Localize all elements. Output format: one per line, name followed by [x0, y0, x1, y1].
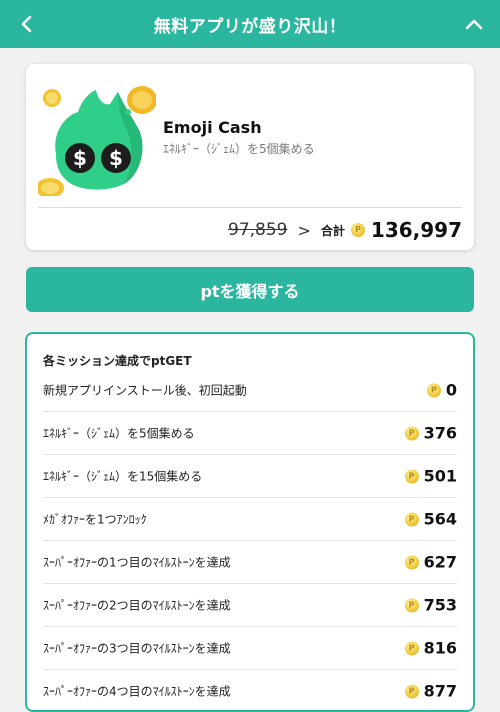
mission-label: ﾒｶﾞｵﾌｧｰを1つｱﾝﾛｯｸ: [43, 512, 147, 527]
mission-points: 877: [404, 681, 457, 701]
mission-label: 新規アプリインストール後、初回起動: [43, 383, 247, 398]
app-icon: $ $: [36, 76, 157, 198]
mission-label: ｴﾈﾙｷﾞｰ（ｼﾞｪﾑ）を5個集める: [43, 426, 195, 441]
back-button[interactable]: [12, 10, 40, 38]
coin-icon: [404, 684, 419, 698]
mission-row: ｽｰﾊﾟｰｵﾌｧｰの2つ目のﾏｲﾙｽﾄｰﾝを達成 753: [43, 584, 457, 627]
coin-icon: [426, 383, 441, 397]
mission-label: ｽｰﾊﾟｰｵﾌｧｰの3つ目のﾏｲﾙｽﾄｰﾝを達成: [43, 641, 231, 656]
svg-text:$: $: [73, 146, 87, 170]
svg-text:$: $: [109, 146, 123, 170]
missions-panel: 各ミッション達成でptGET 新規アプリインストール後、初回起動 0 ｴﾈﾙｷﾞ…: [25, 332, 475, 712]
app-card: $ $ Emoji Cash ｴﾈﾙｷﾞｰ（ｼﾞｪﾑ）を5個集める 97,859…: [26, 64, 474, 250]
mission-points: 376: [404, 423, 457, 443]
mission-row: ｽｰﾊﾟｰｵﾌｧｰの1つ目のﾏｲﾙｽﾄｰﾝを達成 627: [43, 541, 457, 584]
missions-title: 各ミッション達成でptGET: [43, 354, 192, 368]
mission-points: 501: [404, 466, 457, 486]
mission-points: 564: [404, 509, 457, 529]
mission-points: 627: [404, 552, 457, 572]
old-points: 97,859: [228, 220, 288, 240]
mission-value: 816: [423, 638, 457, 658]
total-points: 136,997: [370, 218, 462, 242]
mission-label: ｽｰﾊﾟｰｵﾌｧｰの1つ目のﾏｲﾙｽﾄｰﾝを達成: [43, 555, 231, 570]
coin-icon: [404, 512, 419, 526]
mission-row: ｴﾈﾙｷﾞｰ（ｼﾞｪﾑ）を15個集める 501: [43, 455, 457, 498]
get-points-button[interactable]: ptを獲得する: [26, 267, 474, 312]
total-label: 合計: [320, 223, 345, 238]
chevron-left-icon: [21, 15, 32, 33]
collapse-button[interactable]: [460, 10, 488, 38]
mission-value: 0: [445, 380, 457, 400]
coin-icon: [404, 555, 419, 569]
coin-icon: [404, 598, 419, 612]
mission-points: 753: [404, 595, 457, 615]
coin-icon: [404, 641, 419, 655]
mission-label: ｽｰﾊﾟｰｵﾌｧｰの4つ目のﾏｲﾙｽﾄｰﾝを達成: [43, 684, 231, 699]
mission-value: 627: [423, 552, 457, 572]
mission-row: ｽｰﾊﾟｰｵﾌｧｰの4つ目のﾏｲﾙｽﾄｰﾝを達成 877: [43, 670, 457, 710]
mission-value: 501: [423, 466, 457, 486]
app-description: ｴﾈﾙｷﾞｰ（ｼﾞｪﾑ）を5個集める: [163, 142, 315, 156]
mission-value: 564: [423, 509, 457, 529]
arrow-icon: >: [297, 220, 311, 240]
mission-value: 753: [423, 595, 457, 615]
divider: [38, 207, 462, 208]
coin-icon: [350, 223, 365, 237]
mission-points: 0: [426, 380, 457, 400]
chevron-up-icon: [465, 19, 483, 30]
coin-icon: [404, 426, 419, 440]
mission-row: 新規アプリインストール後、初回起動 0: [43, 369, 457, 412]
mission-value: 877: [423, 681, 457, 701]
mission-row: ｽｰﾊﾟｰｵﾌｧｰの3つ目のﾏｲﾙｽﾄｰﾝを達成 816: [43, 627, 457, 670]
mission-value: 376: [423, 423, 457, 443]
mission-row: ｴﾈﾙｷﾞｰ（ｼﾞｪﾑ）を5個集める 376: [43, 412, 457, 455]
page-title: 無料アプリが盛り沢山！: [153, 16, 347, 37]
mission-row: ﾒｶﾞｵﾌｧｰを1つｱﾝﾛｯｸ 564: [43, 498, 457, 541]
header-bar: 無料アプリが盛り沢山！: [0, 0, 500, 48]
coin-icon: [404, 469, 419, 483]
app-name: Emoji Cash: [163, 118, 262, 137]
points-row: 97,859 > 合計 136,997: [228, 215, 462, 245]
mission-points: 816: [404, 638, 457, 658]
mission-label: ｽｰﾊﾟｰｵﾌｧｰの2つ目のﾏｲﾙｽﾄｰﾝを達成: [43, 598, 231, 613]
mission-label: ｴﾈﾙｷﾞｰ（ｼﾞｪﾑ）を15個集める: [43, 469, 203, 484]
